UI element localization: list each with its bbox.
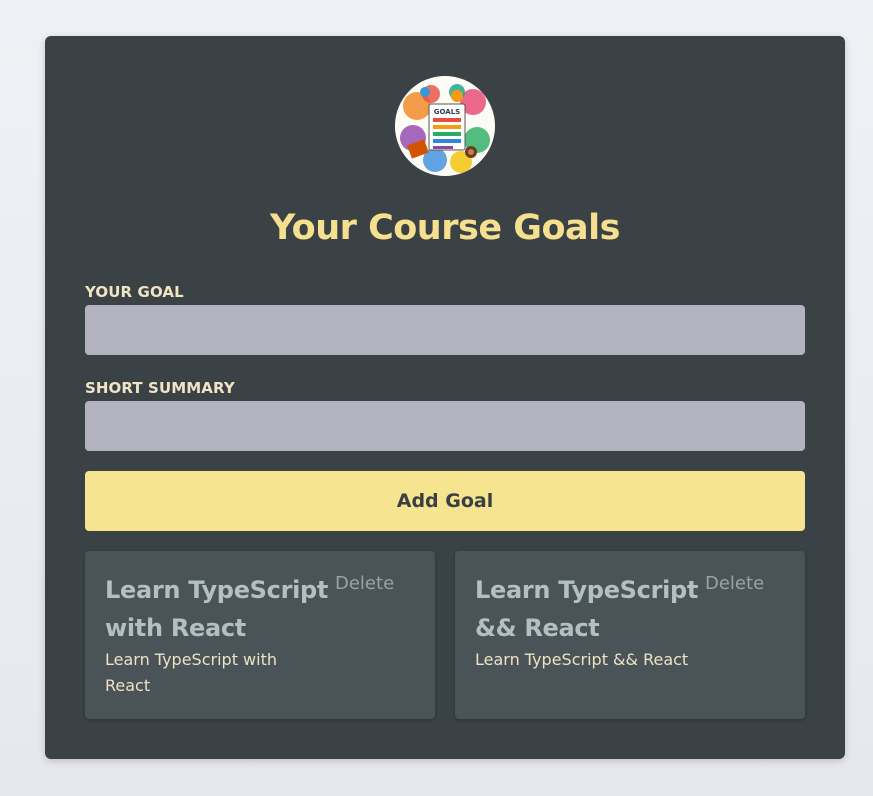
goal-description: Learn TypeScript with React xyxy=(105,650,277,695)
goals-logo: GOALS xyxy=(395,76,495,176)
app-card: GOALS Your Course Goals YOUR GOAL SHORT … xyxy=(45,36,845,759)
logo-text: GOALS xyxy=(434,108,460,116)
page-title: Your Course Goals xyxy=(270,208,620,248)
goal-input[interactable] xyxy=(85,305,805,355)
goal-description: Learn TypeScript && React xyxy=(475,650,689,669)
delete-button[interactable]: Delete xyxy=(335,573,394,594)
summary-input[interactable] xyxy=(85,401,805,451)
goal-title: Learn TypeScript with React xyxy=(105,576,329,642)
goal-label: YOUR GOAL xyxy=(85,283,184,301)
summary-label: SHORT SUMMARY xyxy=(85,379,235,397)
add-goal-button[interactable]: Add Goal xyxy=(85,471,805,531)
goal-title: Learn TypeScript && React xyxy=(475,576,699,642)
delete-button[interactable]: Delete xyxy=(705,573,764,594)
goal-card: Learn TypeScript with React Delete Learn… xyxy=(85,551,435,719)
goal-card: Learn TypeScript && React Delete Learn T… xyxy=(455,551,805,719)
